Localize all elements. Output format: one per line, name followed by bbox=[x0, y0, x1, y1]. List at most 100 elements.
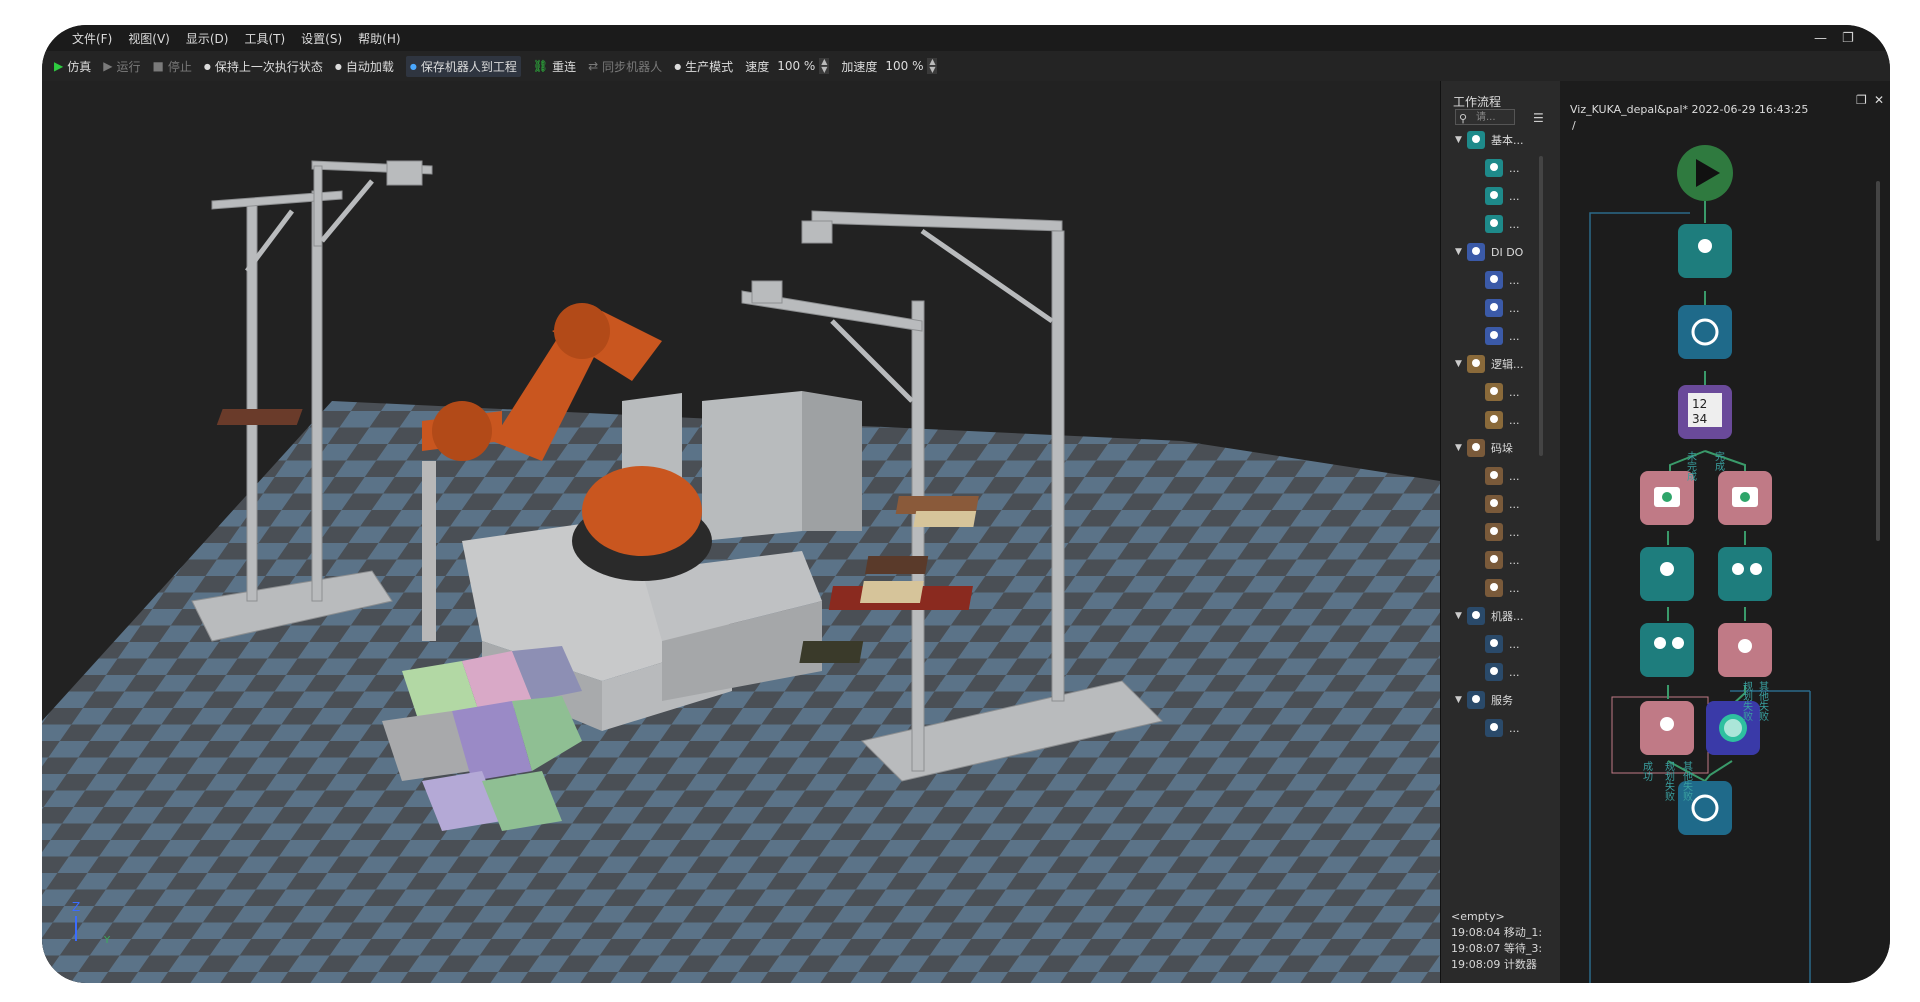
tree-item-label: ... bbox=[1509, 413, 1520, 427]
stop-label: 停止 bbox=[167, 59, 192, 74]
menu-file[interactable]: 文件(F) bbox=[72, 30, 112, 47]
accel-spinbox[interactable]: 100 % ▲ ▼ bbox=[885, 58, 938, 74]
tree-item-label: ... bbox=[1509, 189, 1520, 203]
expand-caret-icon[interactable]: ▼ bbox=[1455, 695, 1467, 705]
group-icon bbox=[1467, 439, 1485, 457]
tree-item-label: ... bbox=[1509, 217, 1520, 231]
tree-item[interactable]: ... bbox=[1485, 551, 1520, 569]
branch-label: 完成 bbox=[1713, 450, 1725, 472]
reconnect-label: 重连 bbox=[552, 59, 577, 74]
tree-item[interactable]: ... bbox=[1485, 327, 1520, 345]
run-button[interactable]: ▶ 运行 bbox=[103, 58, 140, 75]
tree-item[interactable]: ... bbox=[1485, 411, 1520, 429]
step-icon bbox=[1485, 271, 1503, 289]
tree-item-label: ... bbox=[1509, 301, 1520, 315]
step-icon bbox=[1485, 159, 1503, 177]
3d-viewport[interactable]: Z Y bbox=[42, 81, 1440, 983]
step-icon bbox=[1485, 495, 1503, 513]
save-robot-toggle[interactable]: ● 保存机器人到工程 bbox=[405, 55, 521, 77]
tree-item-label: ... bbox=[1509, 329, 1520, 343]
step-icon bbox=[1485, 663, 1503, 681]
spin-arrows-icon[interactable]: ▲ ▼ bbox=[819, 58, 830, 74]
menu-tools[interactable]: 工具(T) bbox=[244, 30, 285, 47]
toggle-off-icon: ● bbox=[674, 61, 682, 71]
tree-item[interactable]: ... bbox=[1485, 523, 1520, 541]
flow-graph: 12 34 未完成 完成 成功 规划失败 其他失败 规划失败 其他失败 bbox=[1589, 145, 1811, 983]
tree-item[interactable]: ... bbox=[1485, 159, 1520, 177]
branch-label: 未完成 bbox=[1685, 451, 1697, 482]
group-icon bbox=[1467, 691, 1485, 709]
tree-item[interactable]: ... bbox=[1485, 187, 1520, 205]
tree-item[interactable]: ... bbox=[1485, 635, 1520, 653]
save-robot-label: 保存机器人到工程 bbox=[420, 59, 517, 74]
tree-item-label: ... bbox=[1509, 385, 1520, 399]
stop-button[interactable]: ■ 停止 bbox=[153, 58, 192, 75]
expand-caret-icon[interactable]: ▼ bbox=[1455, 247, 1467, 257]
step-icon bbox=[1485, 383, 1503, 401]
tree-group[interactable]: ▼ 机器... bbox=[1455, 607, 1524, 625]
expand-caret-icon[interactable]: ▼ bbox=[1455, 611, 1467, 621]
tree-group[interactable]: ▼ 逻辑... bbox=[1455, 355, 1524, 373]
speed-spinbox[interactable]: 100 % ▲ ▼ bbox=[777, 58, 830, 74]
auto-load-toggle[interactable]: ● 自动加载 bbox=[335, 58, 394, 75]
step-icon bbox=[1485, 467, 1503, 485]
menu-view[interactable]: 视图(V) bbox=[128, 30, 170, 47]
menu-display[interactable]: 显示(D) bbox=[186, 30, 229, 47]
spin-arrows-icon[interactable]: ▲ ▼ bbox=[927, 58, 938, 74]
play-icon: ▶ bbox=[54, 59, 64, 73]
keep-state-label: 保持上一次执行状态 bbox=[214, 59, 323, 74]
tree-group[interactable]: ▼ 基本... bbox=[1455, 131, 1524, 149]
sync-robot-button[interactable]: ⇄ 同步机器人 bbox=[588, 58, 662, 75]
menu-settings[interactable]: 设置(S) bbox=[301, 30, 342, 47]
tree-group[interactable]: ▼ 服务 bbox=[1455, 691, 1513, 709]
step-icon bbox=[1485, 719, 1503, 737]
expand-caret-icon[interactable]: ▼ bbox=[1455, 359, 1467, 369]
branch-label: 成功 bbox=[1641, 761, 1653, 782]
restore-button[interactable]: ❐ bbox=[1842, 25, 1854, 51]
tree-item-label: ... bbox=[1509, 637, 1520, 651]
step-icon bbox=[1485, 523, 1503, 541]
move-node-right[interactable] bbox=[1718, 547, 1772, 601]
search-icon: ⚲ bbox=[1459, 112, 1468, 125]
reconnect-button[interactable]: ⛓ 重连 bbox=[533, 58, 576, 75]
filter-icon[interactable]: ☰ bbox=[1533, 111, 1544, 125]
tree-group[interactable]: ▼ 码垛 bbox=[1455, 439, 1513, 457]
flow-editor[interactable]: Viz_KUKA_depal&pal* 2022-06-29 16:43:25 … bbox=[1560, 81, 1890, 983]
tree-item[interactable]: ... bbox=[1485, 299, 1520, 317]
tree-group-label: 码垛 bbox=[1491, 442, 1513, 455]
tree-item[interactable]: ... bbox=[1485, 719, 1520, 737]
tree-item[interactable]: ... bbox=[1485, 579, 1520, 597]
production-mode-toggle[interactable]: ● 生产模式 bbox=[674, 58, 733, 75]
menu-bar: 文件(F) 视图(V) 显示(D) 工具(T) 设置(S) 帮助(H) bbox=[42, 25, 1890, 51]
tree-item[interactable]: ... bbox=[1485, 663, 1520, 681]
expand-caret-icon[interactable]: ▼ bbox=[1455, 443, 1467, 453]
tree-group[interactable]: ▼ DI DO bbox=[1455, 243, 1523, 261]
tree-item[interactable]: ... bbox=[1485, 271, 1520, 289]
wait-node[interactable] bbox=[1678, 305, 1732, 359]
tree-item[interactable]: ... bbox=[1485, 215, 1520, 233]
link-icon: ⛓ bbox=[532, 59, 549, 73]
tree-item[interactable]: ... bbox=[1485, 467, 1520, 485]
menu-help[interactable]: 帮助(H) bbox=[358, 30, 400, 47]
flow-scrollbar[interactable] bbox=[1876, 181, 1880, 541]
tree-item[interactable]: ... bbox=[1485, 495, 1520, 513]
tree-item[interactable]: ... bbox=[1485, 383, 1520, 401]
workflow-search-input[interactable]: ⚲ 请... bbox=[1455, 109, 1515, 125]
tree-item-label: ... bbox=[1509, 581, 1520, 595]
auto-load-label: 自动加载 bbox=[345, 59, 394, 74]
toggle-on-icon: ● bbox=[409, 61, 417, 71]
relative-move-node[interactable] bbox=[1640, 623, 1694, 677]
keep-state-toggle[interactable]: ● 保持上一次执行状态 bbox=[204, 58, 323, 75]
step-icon bbox=[1485, 187, 1503, 205]
tree-group-label: 逻辑... bbox=[1491, 358, 1524, 371]
tree-scrollbar[interactable] bbox=[1539, 156, 1543, 456]
simulate-button[interactable]: ▶ 仿真 bbox=[54, 58, 91, 75]
expand-caret-icon[interactable]: ▼ bbox=[1455, 135, 1467, 145]
minimize-button[interactable]: — bbox=[1814, 25, 1827, 51]
toggle-off-icon: ● bbox=[334, 61, 342, 71]
tree-item-label: ... bbox=[1509, 665, 1520, 679]
branch-label: 规划失败 bbox=[1741, 680, 1753, 722]
group-icon bbox=[1467, 131, 1485, 149]
tree-item-label: ... bbox=[1509, 553, 1520, 567]
tree-group-label: 服务 bbox=[1491, 694, 1513, 707]
